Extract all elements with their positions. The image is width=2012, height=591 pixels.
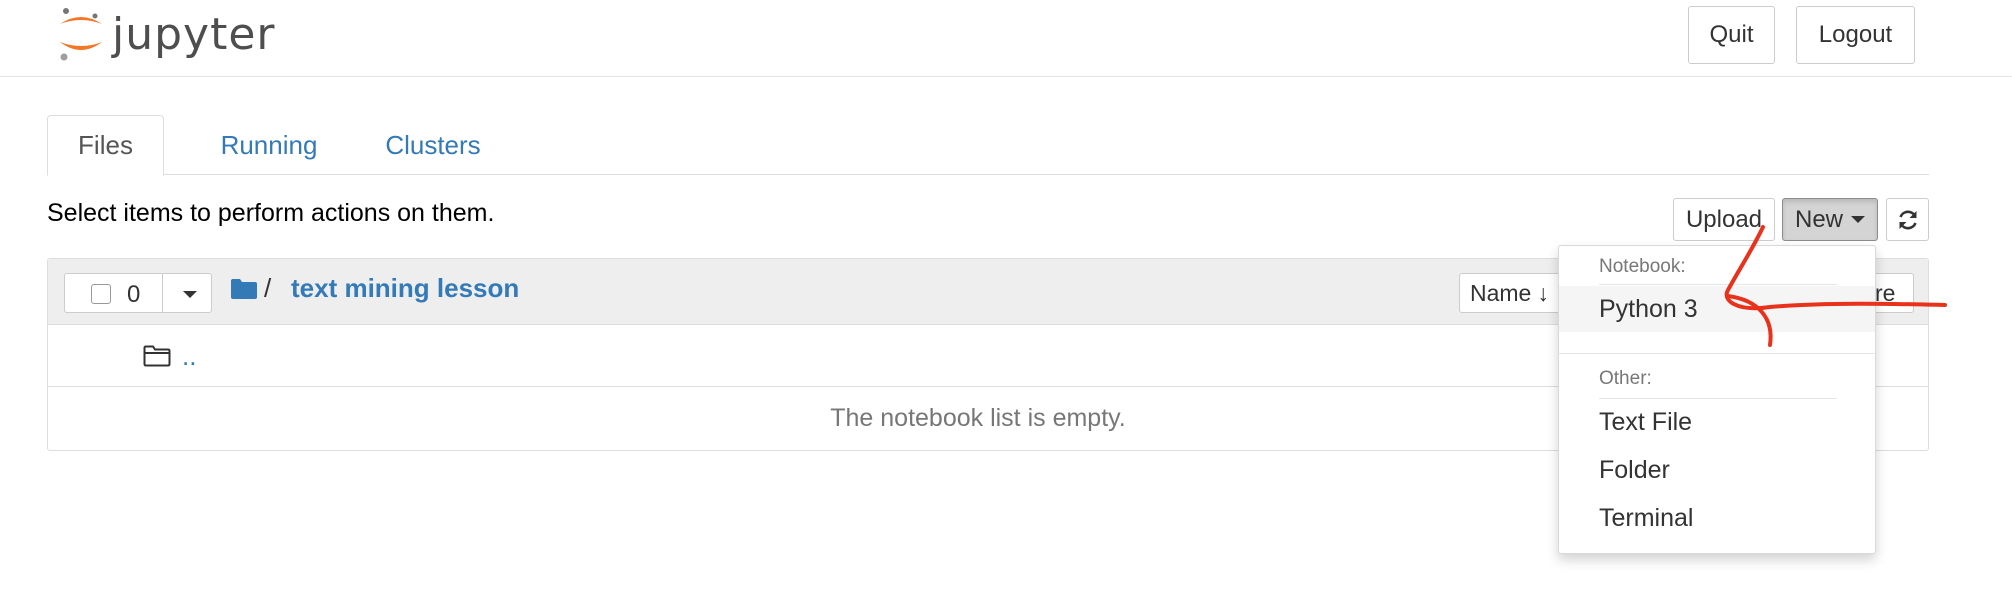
arrow-down-icon: ↓ xyxy=(1537,279,1549,306)
refresh-icon xyxy=(1898,210,1917,229)
new-button[interactable]: New xyxy=(1782,198,1878,241)
folder-outline-icon xyxy=(143,345,171,367)
new-python3-item[interactable]: Python 3 xyxy=(1559,286,1875,332)
chevron-down-icon xyxy=(1851,216,1865,223)
tab-files[interactable]: Files xyxy=(47,115,164,176)
selected-count: 0 xyxy=(127,281,141,308)
breadcrumb-separator: / xyxy=(264,273,272,303)
selection-hint: Select items to perform actions on them. xyxy=(47,199,495,227)
sort-by-name-button[interactable]: Name ↓ xyxy=(1459,273,1561,313)
section-rule xyxy=(1599,284,1837,285)
new-folder-item[interactable]: Folder xyxy=(1559,447,1875,493)
new-button-label: New xyxy=(1794,205,1843,233)
new-text-file-item[interactable]: Text File xyxy=(1559,399,1875,445)
refresh-button[interactable] xyxy=(1886,198,1929,241)
select-menu-chevron-icon[interactable] xyxy=(183,291,197,298)
other-section-header: Other: xyxy=(1599,368,1652,389)
select-all-group: 0 xyxy=(64,273,212,313)
divider xyxy=(162,274,163,312)
upload-button[interactable]: Upload xyxy=(1673,198,1775,241)
menu-divider xyxy=(1559,353,1875,354)
new-terminal-item[interactable]: Terminal xyxy=(1559,495,1875,541)
jupyter-logo[interactable]: jupyter xyxy=(54,2,276,66)
sort-name-label: Name xyxy=(1470,279,1532,306)
jupyter-logo-icon xyxy=(54,2,108,66)
logo-text: jupyter xyxy=(112,8,276,60)
select-all-checkbox[interactable] xyxy=(91,284,111,304)
new-dropdown-menu: Notebook: Python 3 Other: Text File Fold… xyxy=(1558,245,1876,554)
tab-clusters[interactable]: Clusters xyxy=(363,115,503,175)
folder-icon[interactable] xyxy=(231,279,257,299)
header-bar: jupyter Quit Logout xyxy=(0,0,2012,77)
notebook-section-header: Notebook: xyxy=(1599,256,1686,277)
tab-running[interactable]: Running xyxy=(199,115,339,175)
quit-button[interactable]: Quit xyxy=(1688,6,1775,64)
logout-button[interactable]: Logout xyxy=(1796,6,1915,64)
sort-size-label-partial: re xyxy=(1875,279,1896,306)
parent-dir-link[interactable]: .. xyxy=(182,341,196,372)
breadcrumb-current-folder[interactable]: text mining lesson xyxy=(291,273,519,304)
main-tabs: Files Running Clusters xyxy=(47,115,1929,176)
